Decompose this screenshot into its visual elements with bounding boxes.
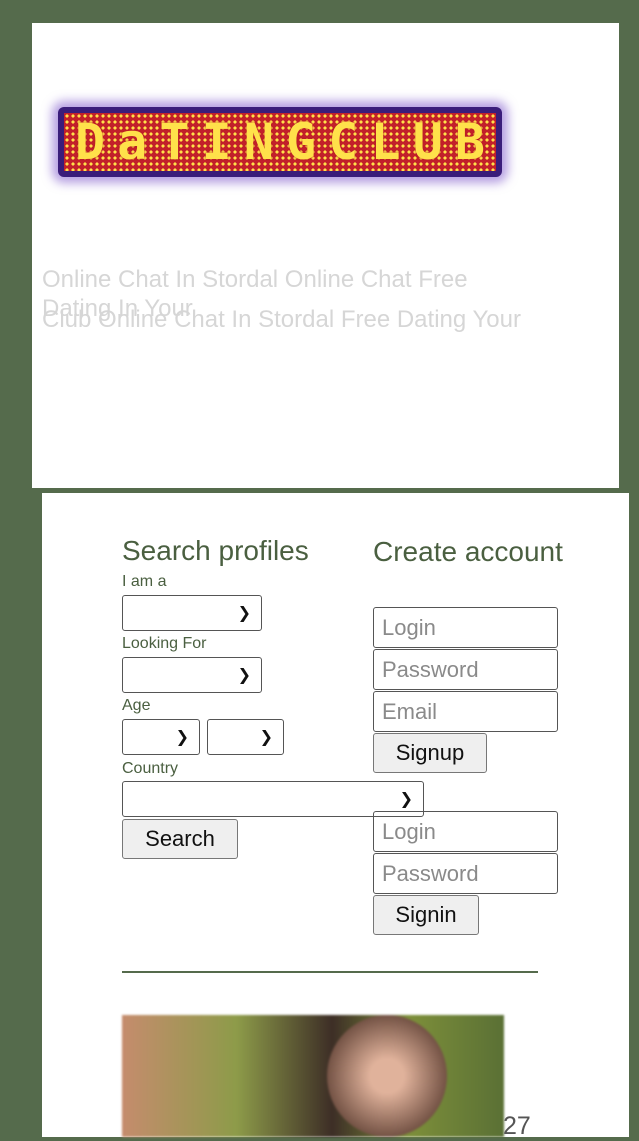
headline-line-2b: Club Online Chat In Stordal Free Dating … — [42, 306, 521, 333]
country-label: Country — [122, 760, 179, 777]
page-headline: Online Chat In Stordal Online Chat Free … — [42, 265, 622, 333]
profile-photo[interactable] — [122, 1015, 504, 1137]
signin-button[interactable]: Signin — [373, 895, 479, 935]
looking-for-select[interactable]: ❯ — [122, 657, 262, 693]
chevron-down-icon: ❯ — [399, 791, 413, 808]
signin-password-field[interactable]: Password — [373, 853, 558, 894]
logo-letter: C — [328, 113, 359, 171]
signin-login-field[interactable]: Login — [373, 811, 558, 852]
search-profiles-title: Search profiles — [122, 535, 309, 566]
profile-face — [327, 1015, 447, 1137]
chevron-down-icon: ❯ — [175, 729, 189, 746]
signup-button[interactable]: Signup — [373, 733, 487, 773]
logo-letter: L — [370, 113, 401, 171]
logo-letter: B — [454, 113, 486, 171]
logo-letter: a — [117, 113, 148, 171]
header-panel — [32, 23, 619, 488]
age-max-select[interactable]: ❯ — [207, 719, 284, 755]
chevron-down-icon: ❯ — [237, 605, 251, 622]
chevron-down-icon: ❯ — [259, 729, 273, 746]
signup-login-field[interactable]: Login — [373, 607, 558, 648]
site-logo[interactable]: D a T I N G C L U B — [58, 107, 502, 177]
logo-letter: G — [286, 113, 317, 171]
age-label: Age — [122, 697, 151, 714]
logo-letter: D — [74, 113, 106, 171]
signup-password-field[interactable]: Password — [373, 649, 558, 690]
create-account-title: Create account — [373, 536, 563, 567]
i-am-label: I am a — [122, 573, 167, 590]
logo-letter: I — [201, 113, 232, 171]
search-button[interactable]: Search — [122, 819, 238, 859]
chevron-down-icon: ❯ — [237, 667, 251, 684]
logo-letter: N — [243, 113, 274, 171]
logo-letter: T — [159, 113, 190, 171]
headline-line-1: Online Chat In Stordal Online Chat Free — [42, 266, 468, 293]
age-min-select[interactable]: ❯ — [122, 719, 200, 755]
signup-email-field[interactable]: Email — [373, 691, 558, 732]
horizontal-rule — [122, 971, 538, 973]
i-am-select[interactable]: ❯ — [122, 595, 262, 631]
logo-text: D a T I N G C L U B — [64, 113, 496, 171]
looking-for-label: Looking For — [122, 635, 207, 652]
logo-letter: U — [412, 113, 443, 171]
